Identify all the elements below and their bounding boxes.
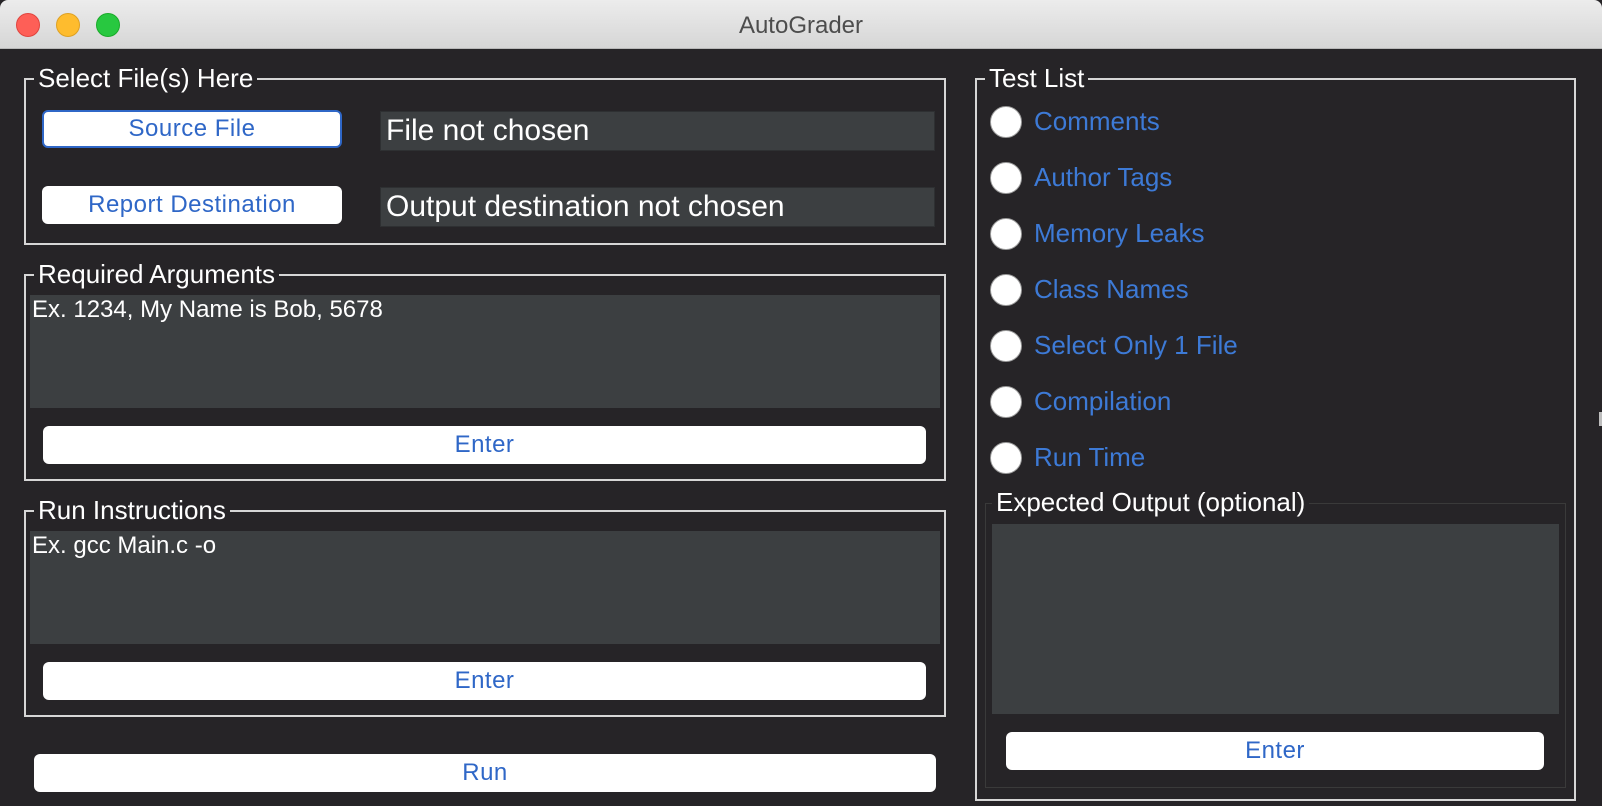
run-instructions-input[interactable]: Ex. gcc Main.c -o xyxy=(30,531,940,644)
expected-output-input[interactable] xyxy=(992,524,1559,714)
compilation-label[interactable]: Compilation xyxy=(1034,386,1171,416)
title-bar[interactable]: AutoGrader xyxy=(0,0,1602,49)
select-only-1-file-radio[interactable] xyxy=(990,330,1022,362)
test-option-select-only-1-file[interactable]: Select Only 1 File xyxy=(990,328,1310,364)
source-file-status: File not chosen xyxy=(380,111,935,151)
select-only-1-file-label[interactable]: Select Only 1 File xyxy=(1034,330,1238,360)
report-destination-button[interactable]: Report Destination xyxy=(42,186,342,224)
test-option-compilation[interactable]: Compilation xyxy=(990,384,1310,420)
comments-radio[interactable] xyxy=(990,106,1022,138)
required-arguments-legend: Required Arguments xyxy=(34,258,280,290)
author-tags-radio[interactable] xyxy=(990,162,1022,194)
class-names-label[interactable]: Class Names xyxy=(1034,274,1189,304)
test-option-comments[interactable]: Comments xyxy=(990,104,1310,140)
run-time-radio[interactable] xyxy=(990,442,1022,474)
required-arguments-input[interactable]: Ex. 1234, My Name is Bob, 5678 xyxy=(30,295,940,408)
window-title: AutoGrader xyxy=(738,12,864,39)
required-arguments-enter-button[interactable]: Enter xyxy=(43,426,926,464)
run-time-label[interactable]: Run Time xyxy=(1034,442,1145,472)
test-option-author-tags[interactable]: Author Tags xyxy=(990,160,1310,196)
source-file-button[interactable]: Source File xyxy=(42,110,342,148)
compilation-radio[interactable] xyxy=(990,386,1022,418)
expected-output-enter-button[interactable]: Enter xyxy=(1006,732,1544,770)
comments-label[interactable]: Comments xyxy=(1034,106,1160,136)
test-option-class-names[interactable]: Class Names xyxy=(990,272,1310,308)
author-tags-label[interactable]: Author Tags xyxy=(1034,162,1172,192)
run-instructions-legend: Run Instructions xyxy=(34,494,230,526)
test-option-memory-leaks[interactable]: Memory Leaks xyxy=(990,216,1310,252)
memory-leaks-label[interactable]: Memory Leaks xyxy=(1034,218,1205,248)
test-list-legend: Test List xyxy=(985,62,1089,94)
test-option-run-time[interactable]: Run Time xyxy=(990,440,1310,476)
autograder-window: AutoGrader Select File(s) Here Source Fi… xyxy=(0,0,1602,806)
class-names-radio[interactable] xyxy=(990,274,1022,306)
memory-leaks-radio[interactable] xyxy=(990,218,1022,250)
report-destination-status: Output destination not chosen xyxy=(380,187,935,227)
expected-output-legend: Expected Output (optional) xyxy=(992,486,1310,518)
run-button[interactable]: Run xyxy=(34,754,936,792)
run-instructions-enter-button[interactable]: Enter xyxy=(43,662,926,700)
select-files-legend: Select File(s) Here xyxy=(34,62,258,94)
